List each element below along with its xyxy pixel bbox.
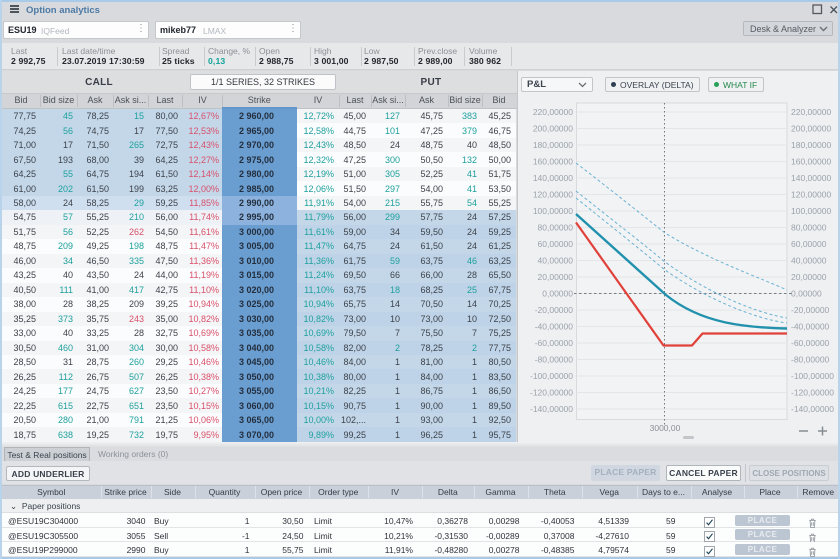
svg-text:200,00000: 200,00000: [533, 124, 573, 134]
svg-text:180,00000: 180,00000: [791, 140, 831, 150]
svg-text:120,00000: 120,00000: [533, 190, 573, 200]
svg-text:100,00000: 100,00000: [791, 206, 831, 216]
svg-text:-20,00000: -20,00000: [791, 305, 830, 315]
svg-text:-60,00000: -60,00000: [791, 338, 830, 348]
svg-text:160,00000: 160,00000: [791, 157, 831, 167]
svg-text:-80,00000: -80,00000: [535, 355, 574, 365]
svg-text:20,00000: 20,00000: [538, 272, 574, 282]
svg-text:120,00000: 120,00000: [791, 190, 831, 200]
svg-text:60,00000: 60,00000: [791, 239, 827, 249]
svg-text:-140,00000: -140,00000: [791, 404, 834, 414]
svg-text:140,00000: 140,00000: [791, 173, 831, 183]
svg-text:-20,00000: -20,00000: [535, 305, 574, 315]
svg-text:-100,00000: -100,00000: [530, 371, 573, 381]
svg-text:80,00000: 80,00000: [538, 223, 574, 233]
svg-text:200,00000: 200,00000: [791, 124, 831, 134]
svg-text:0,00000: 0,00000: [542, 289, 573, 299]
svg-text:-80,00000: -80,00000: [791, 355, 830, 365]
svg-text:100,00000: 100,00000: [533, 206, 573, 216]
svg-text:-60,00000: -60,00000: [535, 338, 574, 348]
svg-text:140,00000: 140,00000: [533, 173, 573, 183]
svg-text:80,00000: 80,00000: [791, 223, 827, 233]
svg-text:-120,00000: -120,00000: [791, 388, 834, 398]
svg-text:180,00000: 180,00000: [533, 140, 573, 150]
svg-text:3000,00: 3000,00: [650, 423, 681, 433]
svg-text:-40,00000: -40,00000: [791, 322, 830, 332]
svg-text:-100,00000: -100,00000: [791, 371, 834, 381]
svg-text:220,00000: 220,00000: [533, 107, 573, 117]
svg-text:-40,00000: -40,00000: [535, 322, 574, 332]
svg-text:40,00000: 40,00000: [791, 256, 827, 266]
svg-text:220,00000: 220,00000: [791, 107, 831, 117]
svg-text:20,00000: 20,00000: [791, 272, 827, 282]
svg-text:0,00000: 0,00000: [791, 289, 822, 299]
svg-text:60,00000: 60,00000: [538, 239, 574, 249]
svg-text:160,00000: 160,00000: [533, 157, 573, 167]
svg-text:-120,00000: -120,00000: [530, 388, 573, 398]
svg-text:40,00000: 40,00000: [538, 256, 574, 266]
svg-text:-140,00000: -140,00000: [530, 404, 573, 414]
